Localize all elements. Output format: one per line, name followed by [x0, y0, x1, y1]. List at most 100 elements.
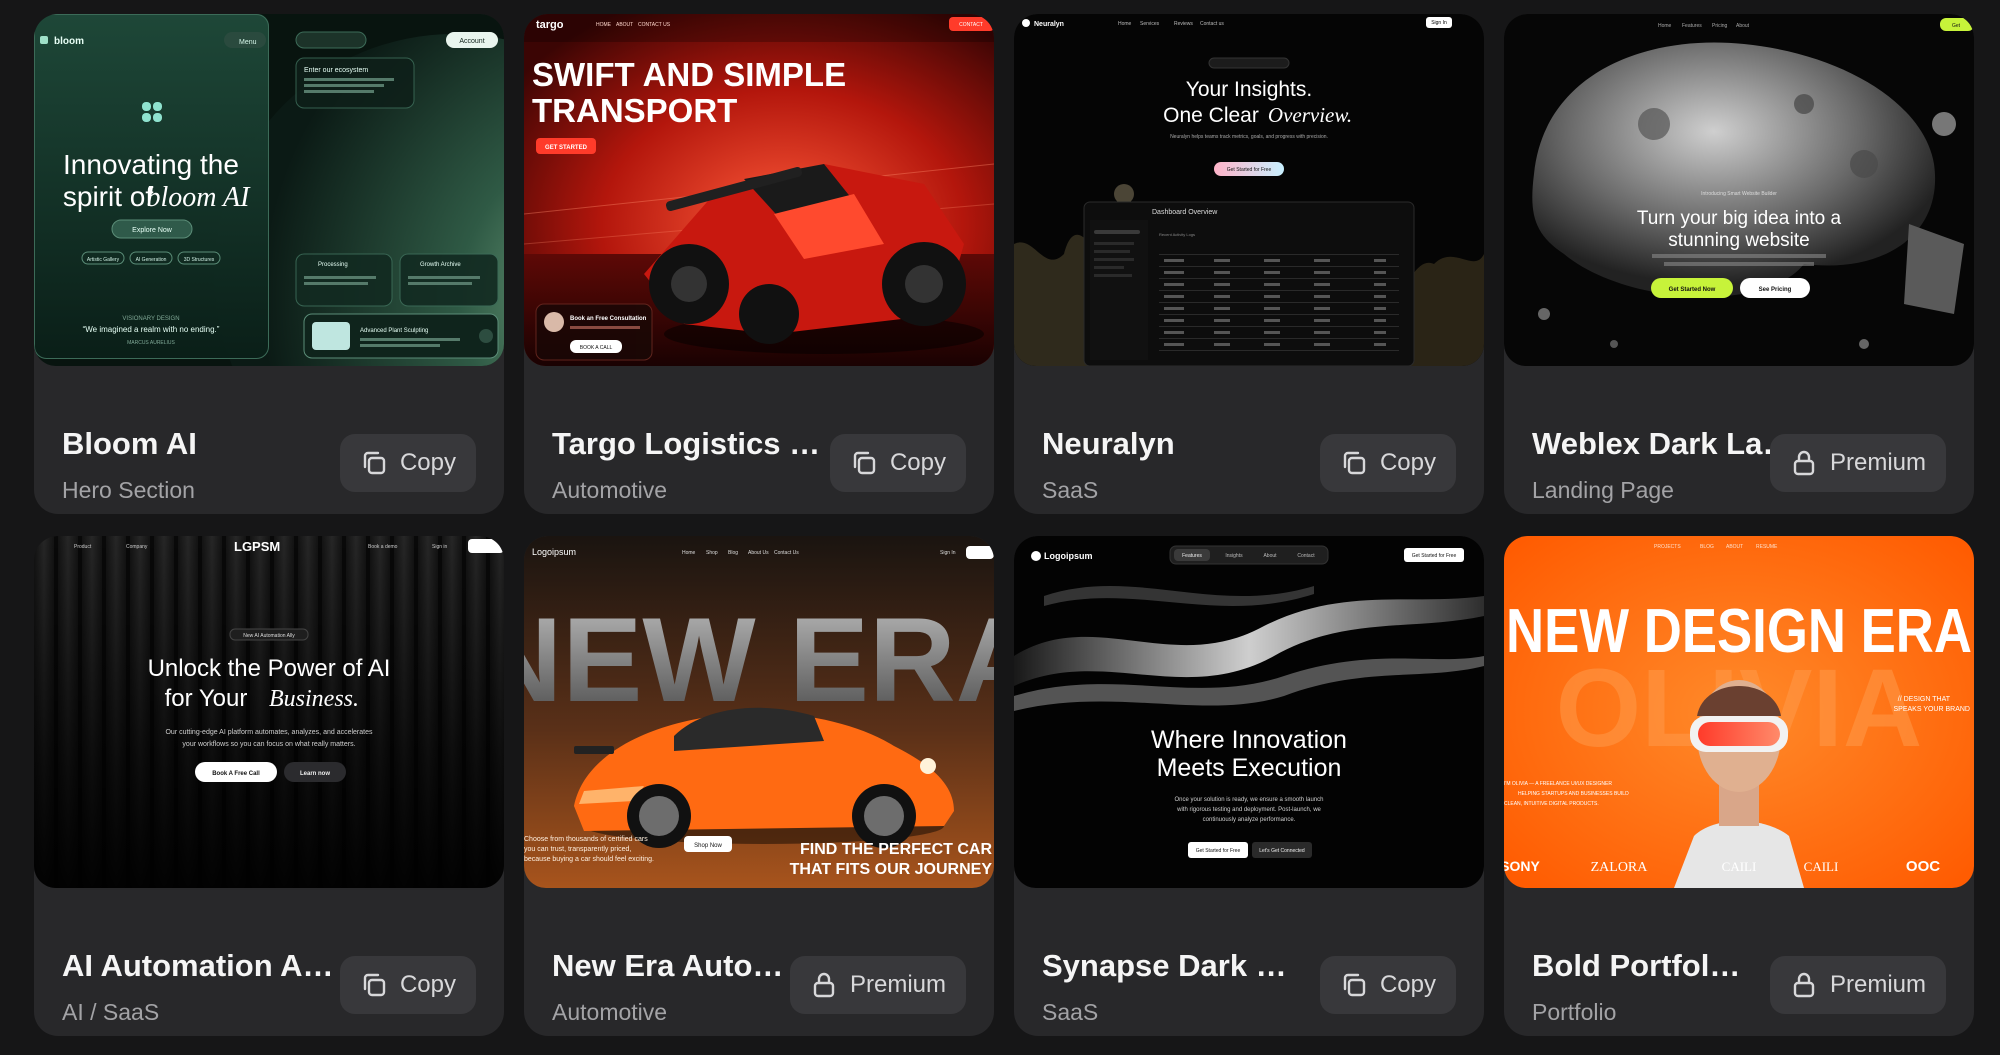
card-preview-image[interactable]: targo HOME ABOUT CONTACT US CONTACT SWIF… — [524, 14, 994, 366]
preview-headline-1: Where Innovation — [1151, 726, 1347, 754]
card-preview-image[interactable]: Product Company LGPSM Book a demo Sign i… — [34, 536, 504, 888]
preview-menu: Menu — [239, 39, 257, 46]
card-preview-image[interactable]: Home Features Pricing About Get Introduc… — [1504, 14, 1974, 366]
copy-icon — [850, 449, 878, 477]
preview-cta-secondary: Let's Get Connected — [1259, 848, 1305, 854]
preview-quote: “We imagined a realm with no ending.” — [83, 325, 220, 334]
copy-button[interactable]: Copy — [1319, 434, 1456, 492]
lock-icon — [1790, 971, 1818, 999]
premium-button-label: Premium — [1829, 971, 1926, 998]
copy-button-label: Copy — [889, 449, 946, 476]
card-info: Bold Portfolio Hero Portfolio Premium — [1504, 888, 1974, 1036]
template-card-synapse[interactable]: Logoipsum Features Insights About Contac… — [1014, 536, 1484, 1036]
preview-nav-item: ABOUT — [616, 22, 633, 28]
premium-button[interactable]: Premium — [1769, 434, 1946, 492]
preview-body-2: with rigorous testing and deployment. Po… — [1176, 807, 1321, 813]
copy-icon — [360, 971, 388, 999]
card-title[interactable]: Neuralyn — [1042, 426, 1322, 462]
preview-logo: SONY — [1504, 858, 1540, 874]
preview-nav-item: Sign in — [432, 544, 448, 550]
template-grid: bloom Menu Innovating the spirit of bloo… — [34, 14, 1974, 1036]
preview-dashboard-title: Dashboard Overview — [1152, 209, 1218, 216]
card-title[interactable]: Bold Portfolio Hero — [1532, 948, 1747, 984]
copy-button-label: Copy — [1379, 971, 1436, 998]
preview-nav-item: Shop — [706, 550, 718, 556]
card-info: AI Automation Agency AI / SaaS Copy — [34, 888, 504, 1036]
template-card-bloom-ai[interactable]: bloom Menu Innovating the spirit of bloo… — [34, 14, 504, 514]
preview-intro-3: CLEAN, INTUITIVE DIGITAL PRODUCTS. — [1504, 801, 1599, 807]
template-card-targo[interactable]: targo HOME ABOUT CONTACT US CONTACT SWIF… — [524, 14, 994, 514]
preview-headline-1: Unlock the Power of AI — [148, 655, 391, 682]
card-info: New Era Automotive Automotive Premium — [524, 888, 994, 1036]
card-preview-image[interactable]: Logoipsum Features Insights About Contac… — [1014, 536, 1484, 888]
card-title[interactable]: Synapse Dark SaaS — [1042, 948, 1287, 984]
preview-nav-cta: Sign In — [1431, 20, 1447, 26]
preview-nav-item: Features — [1182, 553, 1202, 559]
preview-brand: Logoipsum — [1044, 551, 1093, 561]
preview-headline-1: SWIFT AND SIMPLE — [532, 56, 846, 93]
card-title[interactable]: AI Automation Agency — [62, 948, 342, 984]
preview-dashboard-sub: Recent Activity Logs — [1159, 232, 1195, 237]
card-category: Landing Page — [1532, 477, 1674, 503]
preview-nav-item: About — [1263, 553, 1277, 559]
preview-quote-author: MARCUS AURELIUS — [127, 340, 175, 346]
copy-button[interactable]: Copy — [339, 434, 476, 492]
preview-headline-1: Your Insights. — [1186, 78, 1312, 101]
premium-button-label: Premium — [1829, 449, 1926, 476]
template-card-bold-portfolio[interactable]: OLIVIA PROJECTS BLOG ABOUT RESUME NEW DE… — [1504, 536, 1974, 1036]
template-card-neuralyn[interactable]: Neuralyn Home Services Reviews Contact u… — [1014, 14, 1484, 514]
copy-button[interactable]: Copy — [829, 434, 966, 492]
preview-nav-item: Reviews — [1174, 21, 1193, 27]
card-title[interactable]: Bloom AI — [62, 426, 342, 462]
preview-nav-item: About Us — [748, 550, 769, 556]
preview-brand: targo — [536, 19, 564, 31]
card-info: Synapse Dark SaaS SaaS Copy — [1014, 888, 1484, 1036]
preview-body-3: continuously analyze performance. — [1203, 817, 1296, 823]
copy-button[interactable]: Copy — [339, 956, 476, 1014]
copy-icon — [1340, 449, 1368, 477]
preview-logo: OOC — [1906, 858, 1940, 875]
card-category: SaaS — [1042, 477, 1099, 503]
preview-logo: CAILI — [1804, 859, 1839, 874]
preview-cta-secondary: Learn now — [300, 771, 330, 777]
preview-tagline-2: THAT FITS OUR JOURNEY — [790, 861, 993, 878]
preview-logo: CAILI — [1722, 859, 1757, 874]
card-category: AI / SaaS — [62, 999, 160, 1025]
preview-body-1: Our cutting-edge AI platform automates, … — [165, 729, 373, 736]
preview-headline-2: Meets Execution — [1157, 754, 1342, 782]
preview-nav-cta: Get Started for Free — [1412, 553, 1457, 559]
premium-button[interactable]: Premium — [789, 956, 966, 1014]
card-preview-image[interactable]: Neuralyn Home Services Reviews Contact u… — [1014, 14, 1484, 366]
preview-tagline-1: FIND THE PERFECT CAR — [800, 841, 992, 858]
preview-panel-title: Enter our ecosystem — [304, 67, 368, 74]
preview-headline: NEW DESIGN ERA — [1506, 597, 1972, 666]
preview-feature-2: Growth Archive — [420, 262, 461, 268]
template-card-ai-automation[interactable]: Product Company LGPSM Book a demo Sign i… — [34, 536, 504, 1036]
preview-logo: ZALORA — [1591, 860, 1649, 875]
card-title[interactable]: New Era Automotive — [552, 948, 792, 984]
card-preview-image[interactable]: NEW ERA Logoipsum Home Shop Blog About U… — [524, 536, 994, 888]
preview-cta: Get Started for Free — [1227, 167, 1272, 173]
card-preview-image[interactable]: OLIVIA PROJECTS BLOG ABOUT RESUME NEW DE… — [1504, 536, 1974, 888]
preview-cta: Shop Now — [694, 843, 722, 849]
preview-tag: AI Generation — [136, 257, 167, 263]
preview-headline-1: Innovating the — [63, 149, 239, 180]
preview-nav-item: Home — [1658, 23, 1672, 29]
card-title[interactable]: Targo Logistics Hero — [552, 426, 832, 462]
card-preview-image[interactable]: bloom Menu Innovating the spirit of bloo… — [34, 14, 504, 366]
preview-nav-item: RESUME — [1756, 544, 1778, 550]
preview-nav-item: Book a demo — [368, 544, 398, 550]
template-card-weblex[interactable]: Home Features Pricing About Get Introduc… — [1504, 14, 1974, 514]
preview-headline: NEW ERA — [524, 593, 994, 727]
card-category: Automotive — [552, 999, 668, 1025]
premium-button[interactable]: Premium — [1769, 956, 1946, 1014]
copy-button[interactable]: Copy — [1319, 956, 1456, 1014]
preview-cta-secondary: See Pricing — [1759, 287, 1792, 293]
preview-nav-item: Contact — [1297, 553, 1315, 559]
template-card-new-era[interactable]: NEW ERA Logoipsum Home Shop Blog About U… — [524, 536, 994, 1036]
preview-body-3: because buying a car should feel excitin… — [524, 856, 654, 863]
preview-body-1: Choose from thousands of certified cars — [524, 836, 648, 843]
preview-headline-2: spirit of — [63, 181, 153, 212]
premium-button-label: Premium — [849, 971, 946, 998]
preview-account: Account — [459, 38, 484, 45]
